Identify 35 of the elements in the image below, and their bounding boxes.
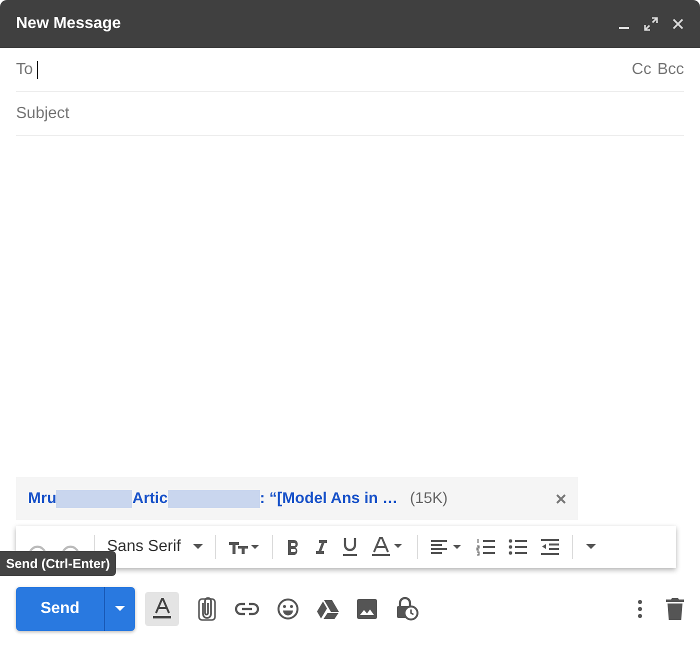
bcc-link[interactable]: Bcc (657, 60, 684, 78)
attachment-chip[interactable]: Mru Artic : “[Model Ans in … (15K) (16, 477, 578, 520)
attachment-name[interactable]: Artic (132, 490, 168, 508)
paperclip-icon[interactable] (197, 596, 217, 620)
triangle-icon[interactable] (317, 598, 339, 618)
attachment-size: (15K) (410, 490, 448, 508)
image-icon[interactable] (357, 598, 377, 618)
tooltip: Send (Ctrl-Enter) (0, 551, 116, 576)
bulleted-list-icon[interactable] (508, 538, 528, 556)
expand-icon[interactable] (644, 17, 658, 31)
send-button[interactable]: Send (16, 586, 135, 630)
caret-icon (115, 606, 125, 612)
more-options-icon[interactable] (638, 600, 642, 618)
align-icon[interactable] (430, 539, 464, 555)
text-format-icon (152, 598, 172, 620)
window-title: New Message (16, 15, 122, 33)
lock-clock-icon[interactable] (395, 596, 419, 620)
formatting-toggle[interactable] (145, 592, 179, 626)
attachment-name[interactable]: Mru (28, 490, 56, 508)
indent-less-icon[interactable] (540, 538, 560, 556)
trash-icon[interactable] (666, 598, 684, 620)
remove-icon[interactable] (556, 494, 566, 504)
smiley-icon[interactable] (277, 598, 299, 620)
underline-icon[interactable] (340, 537, 359, 557)
text-size-icon[interactable] (228, 539, 260, 555)
more-caret-icon[interactable] (584, 543, 597, 551)
attachment-name[interactable]: : “[Model Ans in … (260, 490, 398, 508)
text-color-icon[interactable] (370, 537, 405, 557)
link-icon[interactable] (235, 602, 259, 616)
to-label: To (16, 60, 33, 78)
send-label: Send (39, 598, 81, 618)
cc-link[interactable]: Cc (632, 60, 652, 78)
close-icon[interactable] (672, 18, 684, 30)
caret-icon (192, 544, 203, 550)
numbered-list-icon[interactable] (476, 538, 496, 556)
